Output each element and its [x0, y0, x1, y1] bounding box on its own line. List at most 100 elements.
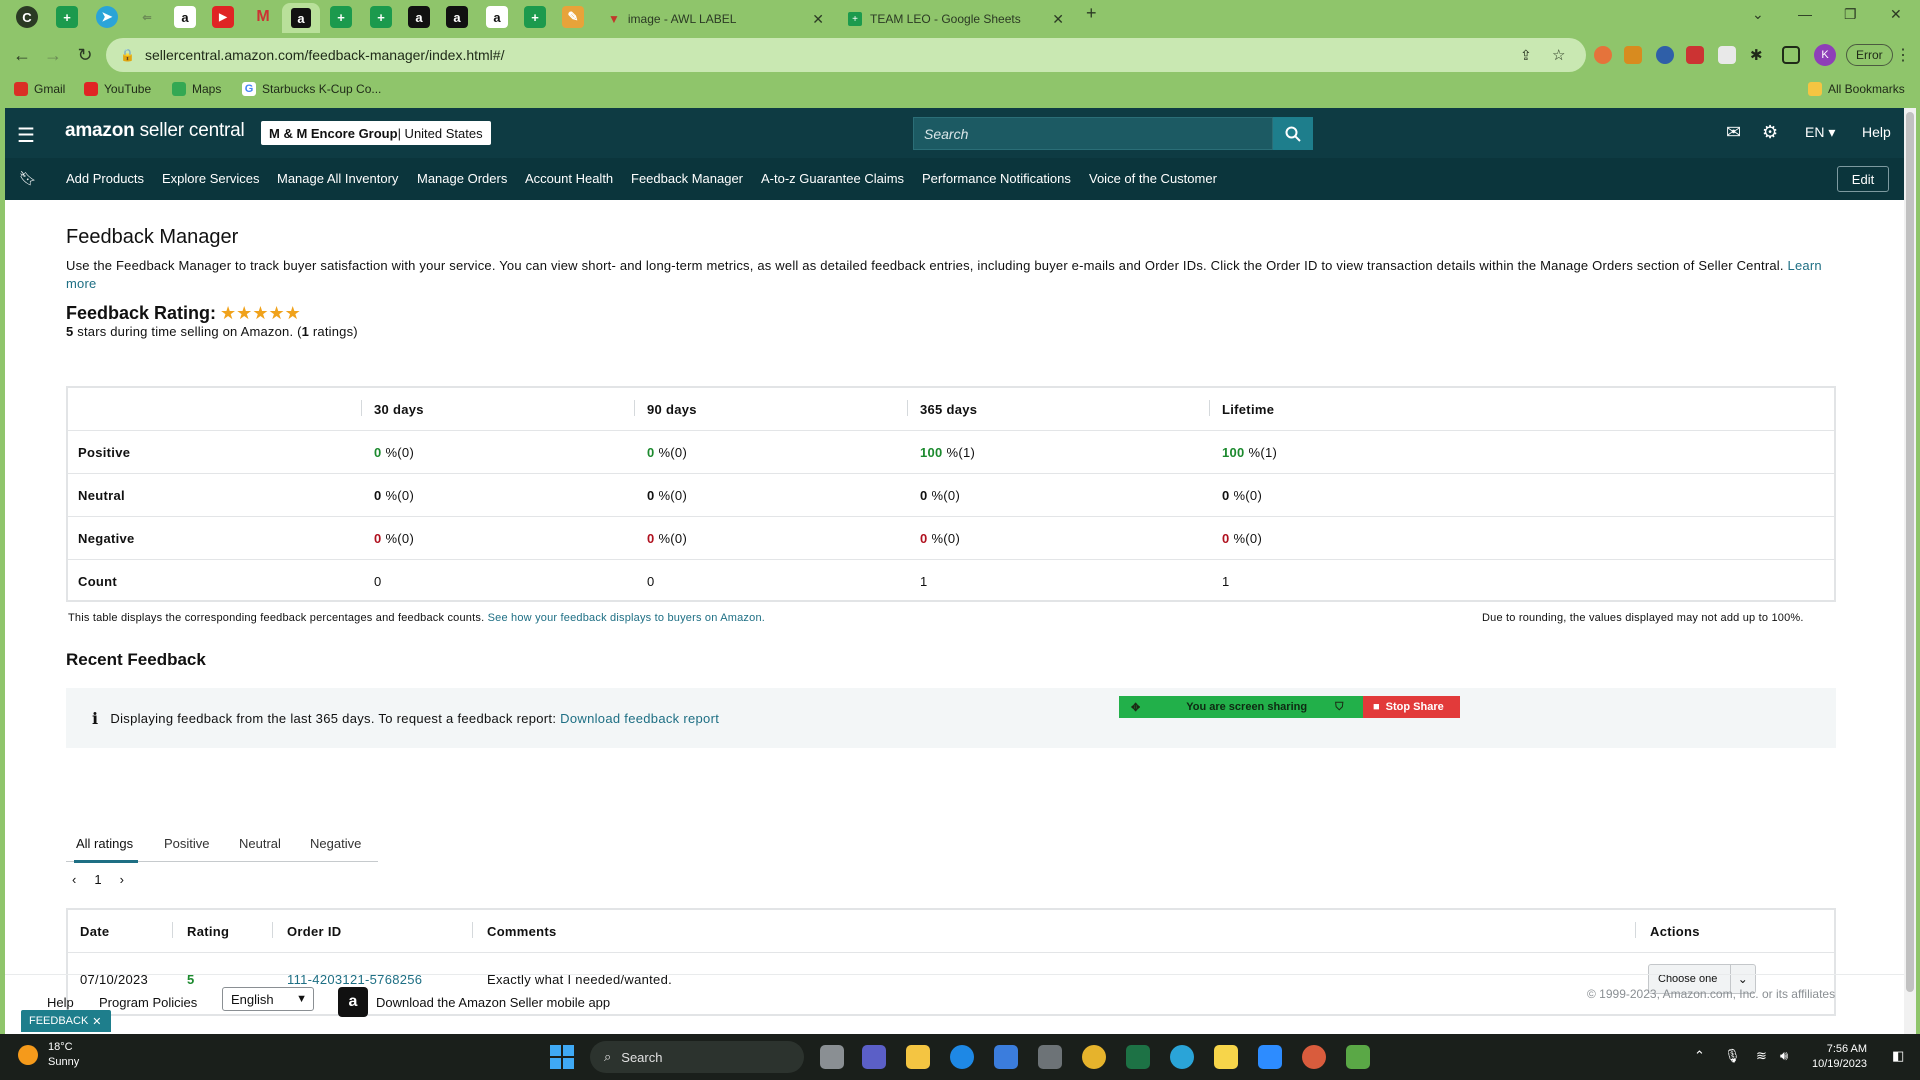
bookmark-maps[interactable]: Maps	[172, 82, 221, 96]
edit-nav-button[interactable]: Edit	[1837, 166, 1889, 192]
bookmark-icon[interactable]: 🔖︎	[19, 170, 37, 187]
close-icon[interactable]: ✕	[92, 1015, 101, 1028]
tab-favicon-c[interactable]: C	[16, 6, 38, 28]
notepad-icon[interactable]	[1214, 1045, 1238, 1069]
gear-icon[interactable]: ⚙	[1762, 122, 1778, 143]
bookmark-starbucks[interactable]: G Starbucks K-Cup Co...	[242, 82, 381, 96]
tab-awl-label[interactable]: ▼ image - AWL LABEL ✕	[598, 4, 834, 34]
tab-arrow-icon[interactable]: ⇐	[136, 6, 158, 28]
microphone-icon[interactable]: 🎙︎	[1724, 1048, 1741, 1064]
share-icon[interactable]: ⇪	[1520, 47, 1532, 64]
tab-team-leo[interactable]: + TEAM LEO - Google Sheets ✕	[838, 4, 1074, 34]
start-button[interactable]	[550, 1045, 574, 1069]
stop-share-button[interactable]: ■ Stop Share	[1363, 696, 1460, 718]
teams-icon[interactable]	[862, 1045, 886, 1069]
app-icon[interactable]	[1346, 1045, 1370, 1069]
tab-telegram-icon[interactable]: ➤	[96, 6, 118, 28]
minimize-icon[interactable]: —	[1798, 6, 1812, 22]
chrome-profile-icon[interactable]	[1302, 1045, 1326, 1069]
tab-amazon-icon[interactable]: a	[174, 6, 196, 28]
calculator-icon[interactable]	[1038, 1045, 1062, 1069]
back-icon[interactable]: ←	[9, 42, 35, 68]
feedback-tab[interactable]: FEEDBACK ✕	[21, 1010, 111, 1032]
taskbar-search[interactable]: ⌕ Search	[590, 1041, 804, 1073]
seller-central-logo[interactable]: amazon seller central	[65, 120, 245, 142]
language-selector[interactable]: EN ▾	[1805, 124, 1835, 141]
tab-amazon-icon-4[interactable]: a	[486, 6, 508, 28]
nav-add-products[interactable]: Add Products	[66, 171, 144, 186]
extension-3-icon[interactable]	[1656, 46, 1674, 64]
reload-icon[interactable]: ↻	[72, 42, 98, 68]
volume-icon[interactable]: 🔊︎	[1780, 1048, 1788, 1064]
tab-positive[interactable]: Positive	[164, 836, 210, 851]
tab-sheets-icon[interactable]: +	[56, 6, 78, 28]
tab-sheets-icon-4[interactable]: +	[524, 6, 546, 28]
system-clock[interactable]: 7:56 AM 10/19/2023	[1812, 1042, 1867, 1072]
hamburger-menu-icon[interactable]: ☰	[17, 123, 35, 148]
menu-icon[interactable]: ⋮	[1890, 42, 1916, 68]
tab-amazon-icon-2[interactable]: a	[408, 6, 430, 28]
close-window-icon[interactable]: ✕	[1890, 6, 1902, 23]
tab-neutral[interactable]: Neutral	[239, 836, 281, 851]
extension-1-icon[interactable]	[1594, 46, 1612, 64]
edge-icon[interactable]	[950, 1045, 974, 1069]
prev-page-icon[interactable]: ‹	[72, 872, 76, 887]
file-explorer-icon[interactable]	[906, 1045, 930, 1069]
store-icon[interactable]	[994, 1045, 1018, 1069]
bookmark-star-icon[interactable]: ☆	[1552, 46, 1565, 64]
move-handle-icon[interactable]: ✥	[1131, 701, 1140, 714]
header-rating[interactable]: Rating	[187, 924, 229, 939]
next-page-icon[interactable]: ›	[120, 872, 124, 887]
scrollbar-thumb[interactable]	[1906, 112, 1914, 992]
close-tab-icon[interactable]: ✕	[1052, 11, 1064, 28]
notifications-icon[interactable]: ◧	[1892, 1048, 1904, 1064]
chevron-up-icon[interactable]: ⌃	[1694, 1048, 1705, 1064]
bookmark-youtube[interactable]: YouTube	[84, 82, 151, 96]
extension-5-icon[interactable]	[1718, 46, 1736, 64]
telegram-icon[interactable]	[1170, 1045, 1194, 1069]
new-tab-icon[interactable]: +	[1086, 3, 1097, 24]
mail-icon[interactable]: ✉	[1726, 122, 1741, 143]
download-app-link[interactable]: Download the Amazon Seller mobile app	[376, 995, 610, 1010]
tab-search-icon[interactable]: ⌄	[1752, 6, 1764, 23]
nav-voice-of-customer[interactable]: Voice of the Customer	[1089, 171, 1217, 186]
address-bar[interactable]: 🔒 sellercentral.amazon.com/feedback-mana…	[106, 38, 1586, 72]
download-report-link[interactable]: Download feedback report	[560, 711, 719, 726]
extensions-puzzle-icon[interactable]: ✱	[1750, 46, 1768, 64]
wifi-icon[interactable]: ≋	[1756, 1048, 1767, 1064]
forward-icon[interactable]: →	[40, 42, 66, 68]
chrome-icon[interactable]	[1082, 1045, 1106, 1069]
bookmark-gmail[interactable]: Gmail	[14, 82, 65, 96]
tab-amazon-icon-3[interactable]: a	[446, 6, 468, 28]
zoom-icon[interactable]	[1258, 1045, 1282, 1069]
profile-avatar[interactable]: K	[1814, 44, 1836, 66]
extension-4-icon[interactable]	[1686, 46, 1704, 64]
task-view-icon[interactable]	[820, 1045, 844, 1069]
extension-2-icon[interactable]	[1624, 46, 1642, 64]
header-order-id[interactable]: Order ID	[287, 924, 341, 939]
excel-icon[interactable]	[1126, 1045, 1150, 1069]
help-link[interactable]: Help	[1862, 124, 1891, 140]
tab-youtube-icon[interactable]: ▶	[212, 6, 234, 28]
search-button[interactable]	[1273, 117, 1313, 150]
tab-all-ratings[interactable]: All ratings	[76, 836, 133, 851]
tab-gmail-icon[interactable]: M	[252, 6, 274, 28]
close-tab-icon[interactable]: ✕	[812, 11, 824, 28]
nav-account-health[interactable]: Account Health	[525, 171, 613, 186]
lock-icon[interactable]: 🔒	[120, 48, 135, 62]
nav-feedback-manager[interactable]: Feedback Manager	[631, 171, 743, 186]
footer-program-policies-link[interactable]: Program Policies	[99, 995, 197, 1010]
page-scrollbar[interactable]	[1904, 108, 1916, 1034]
current-page[interactable]: 1	[94, 872, 101, 887]
side-panel-icon[interactable]	[1782, 46, 1800, 64]
tab-negative[interactable]: Negative	[310, 836, 361, 851]
nav-a-to-z-claims[interactable]: A-to-z Guarantee Claims	[761, 171, 904, 186]
nav-manage-orders[interactable]: Manage Orders	[417, 171, 507, 186]
account-switcher[interactable]: M & M Encore Group | United States	[261, 121, 491, 145]
tab-sheets-icon-3[interactable]: +	[370, 6, 392, 28]
error-button[interactable]: Error	[1846, 44, 1893, 66]
header-date[interactable]: Date	[80, 924, 109, 939]
nav-manage-all-inventory[interactable]: Manage All Inventory	[277, 171, 398, 186]
footer-help-link[interactable]: Help	[47, 995, 74, 1010]
restore-icon[interactable]: ❐	[1844, 6, 1857, 23]
